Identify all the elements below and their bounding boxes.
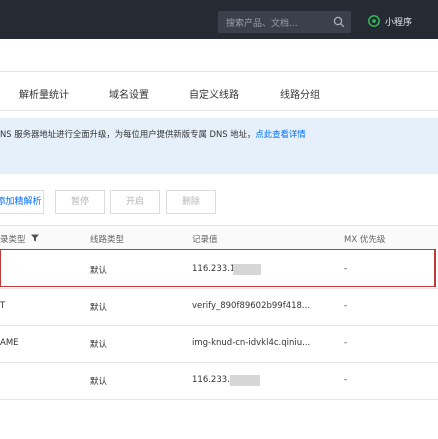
sub-header [0,39,438,72]
pause-button[interactable]: 暂停 [55,190,105,214]
redaction-mask [230,375,260,386]
notice-message: NS 服务器地址进行全面升级，为每位用户提供新版专属 DNS 地址， [0,129,256,139]
table-header: 录类型 线路类型 记录值 MX 优先级 [0,225,438,250]
record-value: 116.233.1 [192,375,236,385]
highlight-box [0,249,436,287]
add-record-button[interactable]: 添加精解析 [0,190,44,214]
table-row[interactable]: AME 默认 img-knud-cn-idvkl4c.qiniu... - [0,326,438,363]
column-record-type: 录类型 [0,235,26,245]
table-row[interactable] [0,400,438,438]
record-toolbar: 添加精解析 暂停 开启 删除 [0,190,438,214]
mx-priority: - [344,375,348,385]
tab-domain-settings[interactable]: 域名设置 [109,86,149,101]
notice-banner: NS 服务器地址进行全面升级，为每位用户提供新版专属 DNS 地址，点此查看详情 [0,118,438,174]
mini-program-label: 小程序 [385,18,413,28]
record-type: T [0,301,6,311]
line-type: 默认 [90,377,108,387]
record-value: img-knud-cn-idvkl4c.qiniu... [192,338,311,348]
table-row[interactable]: T 默认 verify_890f89602b99f418... - [0,289,438,326]
filter-icon[interactable] [31,234,39,242]
tab-bar: 解析量统计 域名设置 自定义线路 线路分组 [0,72,438,111]
record-value: verify_890f89602b99f418... [192,301,311,311]
search-icon[interactable] [333,16,345,28]
table-row[interactable]: 默认 116.233.1 - [0,363,438,400]
line-type: 默认 [90,303,108,313]
mx-priority: - [344,301,348,311]
tab-resolution-stats[interactable]: 解析量统计 [19,86,69,101]
column-record-value: 记录值 [192,235,218,245]
notice-details-link[interactable]: 点此查看详情 [255,129,305,139]
top-nav-bar: 搜索产品、文档... 小程序 [0,0,438,39]
mini-program-icon [368,15,380,27]
notice-text: NS 服务器地址进行全面升级，为每位用户提供新版专属 DNS 地址，点此查看详情 [0,128,306,140]
search-input[interactable]: 搜索产品、文档... [218,11,351,33]
column-line-type: 线路类型 [90,235,125,245]
delete-button[interactable]: 删除 [166,190,216,214]
record-type: AME [0,338,19,348]
tab-line-groups[interactable]: 线路分组 [280,86,320,101]
tab-custom-lines[interactable]: 自定义线路 [189,86,239,101]
enable-button[interactable]: 开启 [110,190,160,214]
search-placeholder: 搜索产品、文档... [226,19,298,29]
line-type: 默认 [90,340,108,350]
column-mx-priority: MX 优先级 [344,235,386,245]
mx-priority: - [344,338,348,348]
